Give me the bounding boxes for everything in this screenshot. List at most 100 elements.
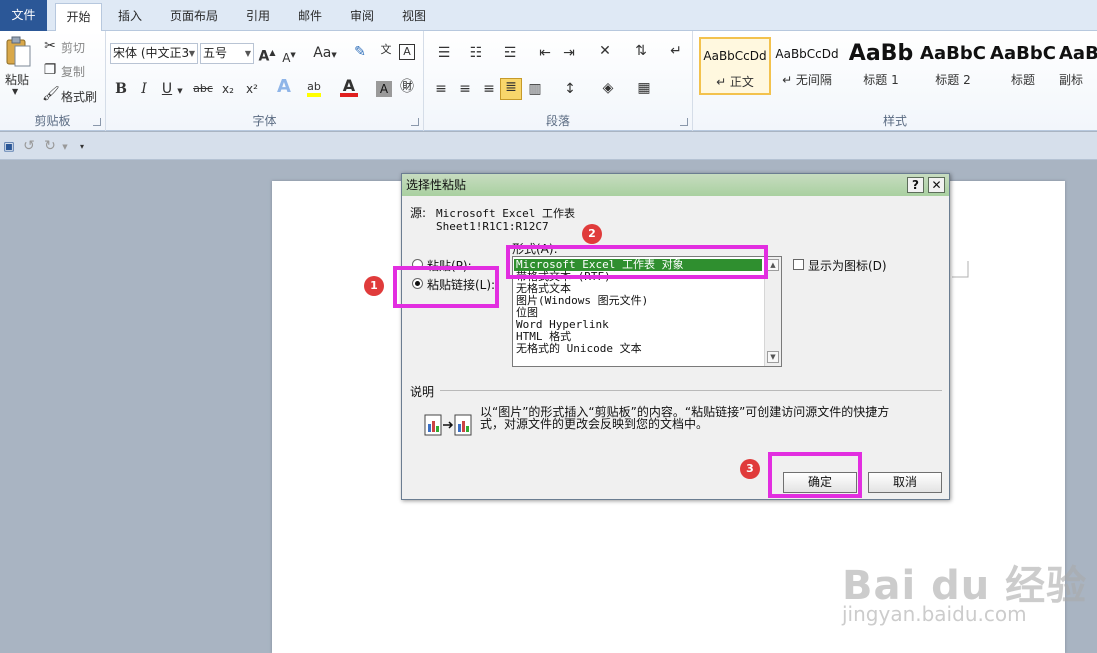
- cut-button[interactable]: 剪切: [61, 39, 85, 56]
- highlight-icon[interactable]: ab: [304, 79, 324, 97]
- clear-format-icon[interactable]: ✎: [351, 44, 369, 60]
- style-heading-2[interactable]: AaBbC 标题 2: [917, 37, 989, 95]
- sort-icon[interactable]: ⇅: [632, 43, 650, 59]
- annotation-badge-1: 1: [364, 276, 384, 296]
- tab-page-layout[interactable]: 页面布局: [162, 3, 226, 31]
- style-subtitle[interactable]: AaB 副标: [1059, 37, 1097, 95]
- superscript-icon[interactable]: x²: [243, 81, 261, 97]
- clipboard-group-label: 剪贴板: [34, 114, 71, 128]
- paste-dropdown-icon[interactable]: ▼: [12, 87, 18, 96]
- cancel-button[interactable]: 取消: [868, 472, 942, 493]
- show-marks-icon[interactable]: ↵: [668, 43, 684, 59]
- description-text-line2: 式，对源文件的更改会反映到您的文档中。: [480, 417, 709, 431]
- undo-icon[interactable]: ↺: [22, 138, 36, 154]
- font-name-combo[interactable]: 宋体 (中文正3 ▼: [110, 43, 198, 64]
- scroll-down-icon[interactable]: ▼: [767, 351, 779, 363]
- paste-link-picture-icon: [424, 412, 474, 438]
- character-border-icon[interactable]: A: [399, 44, 415, 60]
- help-button[interactable]: ?: [907, 177, 924, 193]
- style-title[interactable]: AaBbC 标题: [987, 37, 1059, 95]
- increase-indent-icon[interactable]: ⇥: [560, 45, 578, 61]
- multilevel-list-icon[interactable]: ☲: [498, 45, 522, 61]
- customize-qat-icon[interactable]: ▾: [77, 139, 87, 155]
- strikethrough-icon[interactable]: abc: [192, 81, 214, 97]
- paragraph-launcher-icon[interactable]: [680, 118, 688, 126]
- copy-button[interactable]: 复制: [61, 63, 85, 80]
- change-case-icon[interactable]: Aa▼: [312, 45, 338, 63]
- source-name: Microsoft Excel 工作表: [436, 207, 575, 220]
- source-range: Sheet1!R1C1:R12C7: [436, 220, 549, 233]
- line-spacing-icon[interactable]: ↕: [558, 81, 582, 97]
- close-button[interactable]: ✕: [928, 177, 945, 193]
- font-color-icon[interactable]: A: [340, 78, 358, 97]
- paste-button[interactable]: 粘贴: [5, 71, 29, 88]
- chevron-down-icon: ▼: [188, 49, 195, 58]
- numbering-icon[interactable]: ☷: [464, 45, 488, 61]
- align-center-icon[interactable]: ≡: [456, 81, 474, 97]
- justify-icon[interactable]: ≣: [500, 78, 522, 100]
- display-as-icon-label[interactable]: 显示为图标(D): [808, 257, 887, 274]
- font-launcher-icon[interactable]: [411, 118, 419, 126]
- style-normal[interactable]: AaBbCcDd ↵ 正文: [699, 37, 771, 95]
- description-divider: [440, 390, 942, 391]
- align-left-icon[interactable]: ≡: [432, 81, 450, 97]
- distributed-icon[interactable]: ▥: [526, 81, 544, 97]
- font-name-value: 宋体 (中文正3: [113, 46, 190, 60]
- scissors-icon: ✂: [44, 38, 56, 54]
- bullets-icon[interactable]: ☰: [432, 45, 456, 61]
- paste-icon[interactable]: [4, 36, 32, 68]
- italic-icon[interactable]: I: [137, 81, 151, 97]
- format-painter-button[interactable]: 格式刷: [61, 88, 97, 105]
- tab-mailings[interactable]: 邮件: [288, 3, 332, 31]
- clipboard-group: 粘贴 ▼ ✂ 剪切 ❐ 复制 🖌 格式刷 剪贴板: [0, 31, 106, 131]
- tab-references[interactable]: 引用: [236, 3, 280, 31]
- font-size-combo[interactable]: 五号 ▼: [200, 43, 254, 64]
- highlight-ok-button: [768, 452, 862, 498]
- paste-special-dialog: 选择性粘贴 ? ✕ 源: Microsoft Excel 工作表 Sheet1!…: [401, 173, 950, 500]
- shrink-font-icon[interactable]: A▼: [281, 47, 297, 66]
- enclose-character-icon[interactable]: ㊖: [398, 79, 416, 95]
- font-size-value: 五号: [203, 46, 228, 60]
- tab-review[interactable]: 审阅: [340, 3, 384, 31]
- style-heading-1[interactable]: AaBb 标题 1: [845, 37, 917, 95]
- tab-home[interactable]: 开始: [55, 3, 102, 31]
- chevron-down-icon[interactable]: ▼: [60, 139, 70, 155]
- annotation-badge-3: 3: [740, 459, 760, 479]
- ribbon: 粘贴 ▼ ✂ 剪切 ❐ 复制 🖌 格式刷 剪贴板 宋体 (中文正3 ▼ 五号 ▼ A…: [0, 31, 1097, 131]
- subscript-icon[interactable]: x₂: [219, 81, 237, 97]
- scroll-up-icon[interactable]: ▲: [767, 259, 779, 271]
- bold-icon[interactable]: B: [114, 81, 128, 97]
- clipboard-launcher-icon[interactable]: [93, 118, 101, 126]
- ribbon-tab-bar: 文件 开始 插入 页面布局 引用 邮件 审阅 视图: [0, 0, 1097, 31]
- tab-insert[interactable]: 插入: [108, 3, 152, 31]
- dialog-title: 选择性粘贴: [406, 178, 467, 192]
- annotation-badge-2: 2: [582, 224, 602, 244]
- list-item[interactable]: 无格式的 Unicode 文本: [516, 343, 642, 355]
- style-no-spacing[interactable]: AaBbCcDd ↵ 无间隔: [771, 37, 843, 95]
- save-icon[interactable]: ▣: [2, 138, 16, 153]
- chevron-down-icon[interactable]: ▼: [175, 83, 185, 99]
- paragraph-group-label: 段落: [545, 114, 570, 128]
- redo-icon[interactable]: ↻: [43, 138, 57, 154]
- shading-icon[interactable]: ◈: [596, 80, 620, 96]
- font-group: 宋体 (中文正3 ▼ 五号 ▼ A▲ A▼ Aa▼ ✎ 文 A B I U ▼ ab…: [106, 31, 424, 131]
- borders-icon[interactable]: ▦: [632, 80, 656, 96]
- underline-icon[interactable]: U: [160, 81, 174, 97]
- phonetic-guide-icon[interactable]: 文: [376, 42, 396, 58]
- character-shading-icon[interactable]: A: [376, 81, 392, 97]
- styles-group: AaBbCcDd ↵ 正文 AaBbCcDd ↵ 无间隔 AaBb 标题 1 A…: [693, 31, 1097, 131]
- chinese-layout-icon[interactable]: ✕: [592, 43, 618, 59]
- display-as-icon-checkbox[interactable]: [793, 259, 804, 270]
- decrease-indent-icon[interactable]: ⇤: [536, 45, 554, 61]
- tab-view[interactable]: 视图: [392, 3, 436, 31]
- quick-access-toolbar: ▣ ↺ ↻ ▼ ▾: [0, 132, 1097, 160]
- grow-font-icon[interactable]: A▲: [258, 45, 276, 65]
- styles-group-label: 样式: [882, 114, 907, 128]
- source-label: 源:: [410, 206, 427, 220]
- text-effects-icon[interactable]: A: [274, 78, 294, 96]
- format-painter-icon: 🖌: [42, 86, 60, 102]
- tab-file[interactable]: 文件: [0, 0, 47, 31]
- chevron-down-icon: ▼: [244, 49, 251, 58]
- paragraph-group: ☰ ☷ ☲ ⇤ ⇥ ✕ ⇅ ↵ ≡ ≡ ≡ ≣ ▥ ↕ ◈ ▦ 段落: [424, 31, 693, 131]
- align-right-icon[interactable]: ≡: [480, 81, 498, 97]
